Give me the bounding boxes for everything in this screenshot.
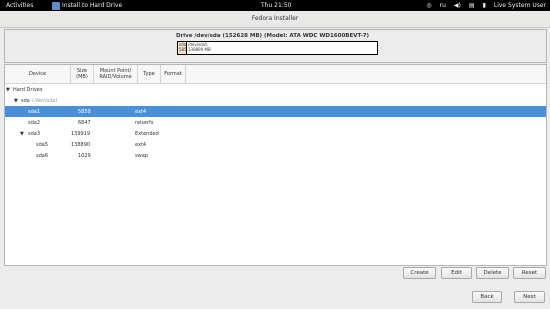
- installer-app-icon: [52, 1, 60, 10]
- row-device: sda2: [28, 120, 41, 126]
- column-header-type[interactable]: Type: [138, 65, 161, 83]
- drive-label: Drive /dev/sda (152628 MB) (Model: ATA W…: [176, 33, 370, 39]
- table-row[interactable]: sda5 138890 ext4: [5, 139, 546, 150]
- row-size: 1029: [78, 153, 91, 159]
- row-device: sda5: [36, 142, 49, 148]
- row-size: 5859: [78, 109, 91, 115]
- table-row-selected[interactable]: sda1 5859 ext4: [5, 106, 546, 117]
- drive-panel: Drive /dev/sda (152628 MB) (Model: ATA W…: [4, 29, 547, 63]
- clock[interactable]: Thu 21:50: [261, 2, 291, 9]
- row-device: sda3: [28, 131, 41, 137]
- row-device: Hard Drives: [13, 87, 43, 93]
- edit-button[interactable]: Edit: [441, 267, 472, 279]
- row-type: Extended: [135, 131, 159, 137]
- network-icon[interactable]: ▤: [469, 2, 475, 9]
- segment-line2: 5859: [179, 47, 187, 52]
- row-device: sda: [21, 98, 30, 104]
- app-menu[interactable]: Install to Hard Drive: [52, 1, 122, 10]
- table-row[interactable]: ▼ sda (/dev/sda): [5, 95, 546, 106]
- row-size: 6847: [78, 120, 91, 126]
- create-button[interactable]: Create: [403, 267, 436, 279]
- app-menu-label: Install to Hard Drive: [62, 2, 123, 9]
- keyboard-layout-indicator[interactable]: ru: [440, 2, 446, 9]
- reset-button[interactable]: Reset: [513, 267, 546, 279]
- window-title: Fedora Installer: [251, 15, 299, 22]
- tree-row-hard-drives[interactable]: ▼ Hard Drives: [5, 84, 546, 95]
- table-header: Device Size (MB) Mount Point/ RAID/Volum…: [5, 65, 546, 84]
- expander-icon[interactable]: ▼: [20, 131, 24, 137]
- table-row[interactable]: sda2 6847 reiserfs: [5, 117, 546, 128]
- expander-icon[interactable]: ▼: [6, 87, 10, 93]
- delete-button[interactable]: Delete: [476, 267, 509, 279]
- battery-icon[interactable]: ▮: [483, 2, 486, 9]
- column-header-device[interactable]: Device: [5, 65, 71, 83]
- row-type: ext4: [135, 142, 147, 148]
- segment-line2: 138890 MB: [188, 47, 211, 52]
- user-menu[interactable]: Live System User: [494, 2, 546, 9]
- table-row[interactable]: sda6 1029 swap: [5, 150, 546, 161]
- volume-icon[interactable]: ◀): [454, 2, 461, 9]
- row-size: 138890: [71, 142, 91, 148]
- next-button[interactable]: Next: [514, 291, 545, 303]
- system-tray: ◎ ru ◀) ▤ ▮ Live System User: [426, 0, 550, 11]
- drive-partition-bar: sda 5859 /dev/sda5 138890 MB: [177, 41, 378, 55]
- row-device: sda6: [36, 153, 49, 159]
- expander-icon[interactable]: ▼: [14, 98, 18, 104]
- top-panel: Activities Install to Hard Drive Thu 21:…: [0, 0, 550, 11]
- column-header-size[interactable]: Size (MB): [71, 65, 94, 83]
- row-size: 139919: [71, 131, 91, 137]
- column-header-mount[interactable]: Mount Point/ RAID/Volume: [94, 65, 138, 83]
- activities-button[interactable]: Activities: [6, 2, 33, 9]
- partition-segment-sda5[interactable]: /dev/sda5 138890 MB: [187, 42, 377, 54]
- row-device-path: (/dev/sda): [32, 98, 58, 104]
- back-button[interactable]: Back: [472, 291, 502, 303]
- column-header-format[interactable]: Format: [161, 65, 186, 83]
- partition-segment-sda1[interactable]: sda 5859: [178, 42, 187, 54]
- row-type: swap: [135, 153, 148, 159]
- row-type: reiserfs: [135, 120, 154, 126]
- window-titlebar: Fedora Installer: [0, 11, 550, 28]
- row-type: ext4: [135, 109, 147, 115]
- table-row[interactable]: ▼ sda3 139919 Extended: [5, 128, 546, 139]
- row-device: sda1: [28, 109, 41, 115]
- partition-table[interactable]: Device Size (MB) Mount Point/ RAID/Volum…: [4, 64, 547, 266]
- accessibility-icon[interactable]: ◎: [426, 2, 431, 9]
